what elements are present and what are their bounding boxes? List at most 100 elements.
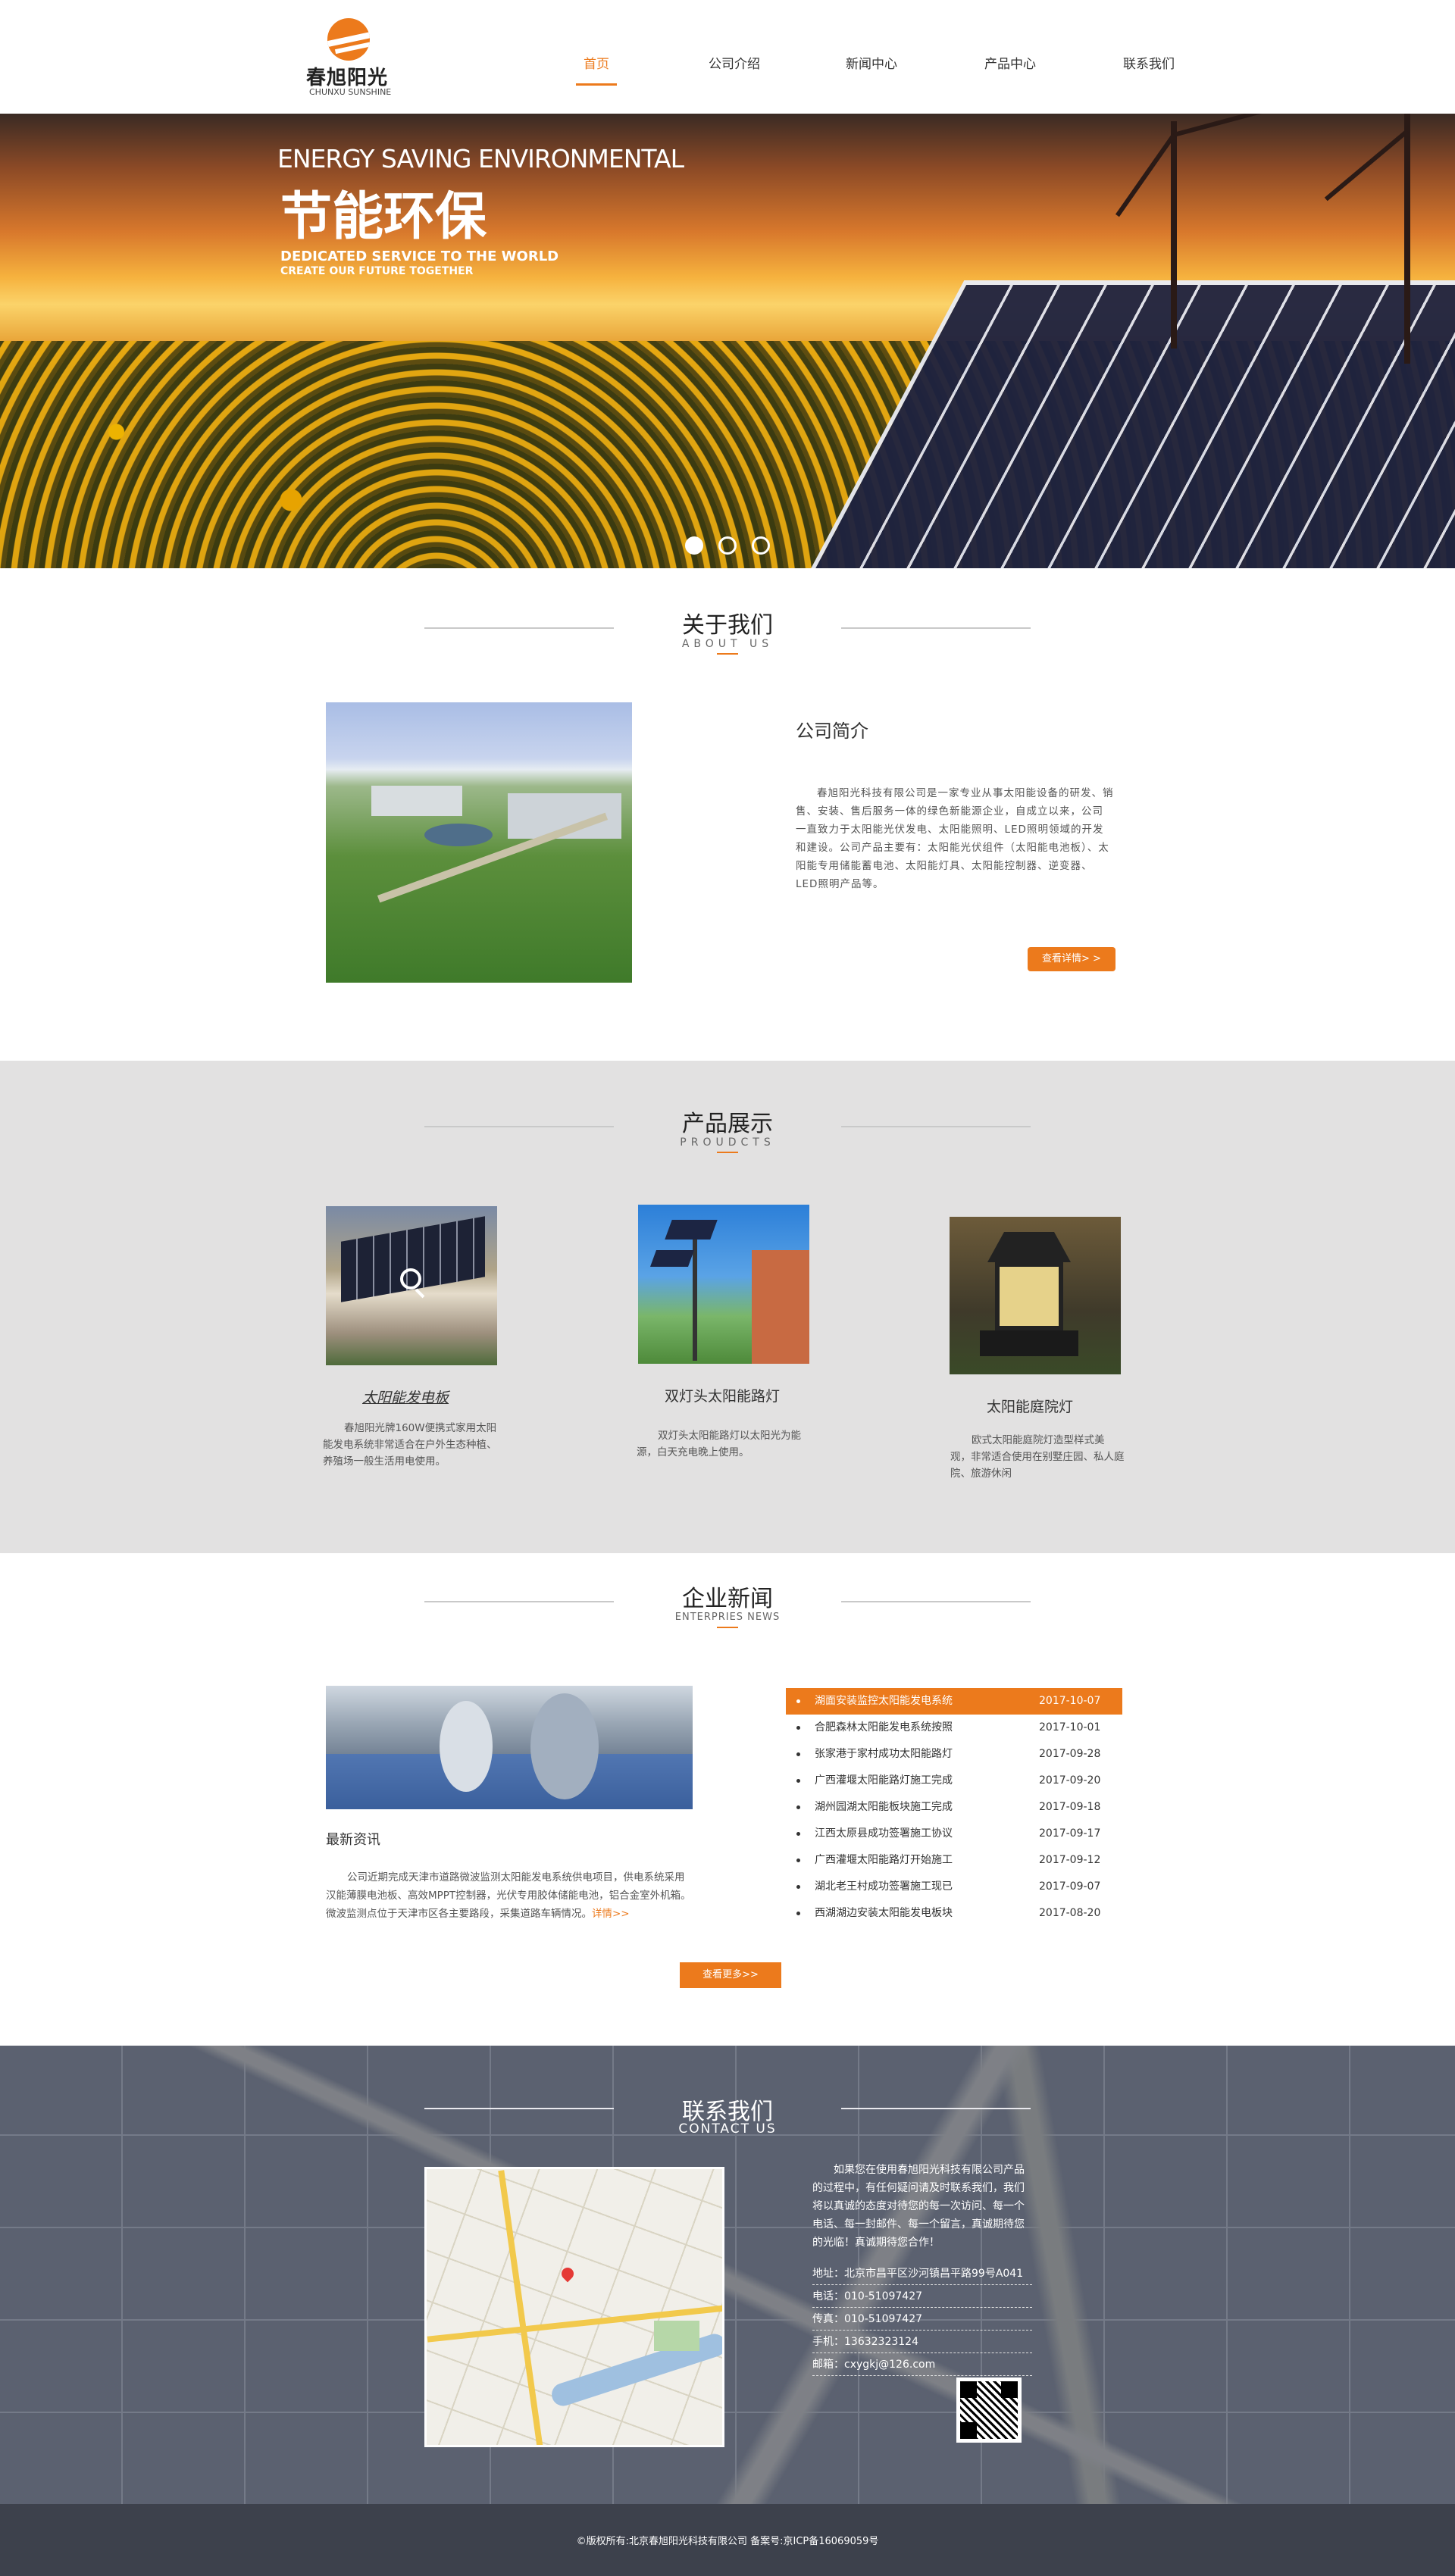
contact-section: 联系我们 CONTACT US 如果您在使用春旭阳光科技有限公司产品的过程中，有…: [0, 2046, 1455, 2504]
news-item-date: 2017-09-18: [1039, 1801, 1101, 1813]
map-park: [654, 2321, 699, 2351]
news-item-title[interactable]: 湖州园湖太阳能板块施工完成: [815, 1794, 953, 1821]
about-heading: 公司简介: [796, 721, 868, 742]
news-list-item[interactable]: 张家港于家村成功太阳能路灯 2017-09-28: [786, 1741, 1122, 1768]
contact-phone: 电话：010-51097427: [812, 2285, 1032, 2308]
product-desc-2: 双灯头太阳能路灯以太阳光为能源，白天充电晚上使用。: [637, 1430, 801, 1458]
news-item-title[interactable]: 湖面安装监控太阳能发电系统: [815, 1688, 953, 1715]
magnifier-handle: [415, 1288, 425, 1299]
section-subheading: PROUDCTS: [680, 1136, 775, 1149]
product-title-2[interactable]: 双灯头太阳能路灯: [665, 1385, 780, 1405]
wind-turbine-image: [1404, 114, 1410, 364]
product-title-3[interactable]: 太阳能庭院灯: [987, 1396, 1073, 1416]
qr-code: [956, 2377, 1022, 2443]
turbine-blade: [1115, 133, 1176, 217]
hero-banner[interactable]: ENERGY SAVING ENVIRONMENTAL 节能环保 DEDICAT…: [0, 114, 1455, 568]
magnifier-icon[interactable]: [400, 1268, 421, 1290]
products-section: 产品展示 PROUDCTS 太阳能发电板 春旭阳光牌160W便携式家用太阳能发电…: [0, 1061, 1455, 1553]
news-item-date: 2017-09-12: [1039, 1854, 1101, 1866]
turbine-blade: [1173, 114, 1292, 137]
news-list-item[interactable]: 江西太原县成功签署施工协议 2017-09-17: [786, 1821, 1122, 1847]
news-list-item[interactable]: 湖州园湖太阳能板块施工完成 2017-09-18: [786, 1794, 1122, 1821]
product-desc-3: 欧式太阳能庭院灯造型样式美观，非常适合使用在别墅庄园、私人庭院、旅游休闲: [950, 1434, 1125, 1480]
news-list-item[interactable]: 湖面安装监控太阳能发电系统 2017-10-07: [786, 1688, 1122, 1715]
section-heading: 关于我们: [682, 612, 773, 639]
banner-tagline: DEDICATED SERVICE TO THE WORLD: [280, 249, 559, 264]
news-item-date: 2017-09-17: [1039, 1827, 1101, 1840]
page: 春旭阳光 CHUNXU SUNSHINE 首页 公司介绍 新闻中心 产品中心 联…: [0, 0, 1455, 2576]
news-list-item[interactable]: 广西灌堰太阳能路灯施工完成 2017-09-20: [786, 1768, 1122, 1794]
news-item-date: 2017-09-28: [1039, 1748, 1101, 1760]
wind-turbine-image: [1171, 121, 1177, 349]
news-feature-more-link[interactable]: 详情>>: [592, 1908, 630, 1920]
title-accent: [717, 1627, 738, 1628]
contact-intro: 如果您在使用春旭阳光科技有限公司产品的过程中，有任何疑问请及时联系我们，我们将以…: [812, 2164, 1025, 2249]
brick-building-shape: [752, 1250, 809, 1364]
news-list-item[interactable]: 广西灌堰太阳能路灯开始施工 2017-09-12: [786, 1847, 1122, 1874]
roof-panels-image: [341, 1216, 485, 1302]
contact-email[interactable]: 邮箱：cxygkj@126.com: [812, 2353, 1032, 2376]
nav-contact[interactable]: 联系我们: [1123, 53, 1175, 72]
news-item-date: 2017-09-07: [1039, 1880, 1101, 1893]
title-accent: [717, 653, 738, 655]
news-item-title[interactable]: 广西灌堰太阳能路灯施工完成: [815, 1768, 953, 1794]
bullet-icon: [796, 1752, 800, 1756]
bullet-icon: [796, 1699, 800, 1703]
roller-shape: [530, 1693, 599, 1799]
nav-company[interactable]: 公司介绍: [709, 53, 760, 72]
bullet-icon: [796, 1885, 800, 1889]
logo-text: 春旭阳光: [306, 67, 389, 89]
section-subheading: ABOUT US: [681, 638, 774, 650]
news-feature-title[interactable]: 最新资讯: [326, 1829, 380, 1849]
carousel-dot-1[interactable]: [685, 536, 703, 555]
products-section-title: 产品展示 PROUDCTS: [0, 1105, 1455, 1158]
carousel-dot-3[interactable]: [752, 536, 770, 555]
news-list-item[interactable]: 湖北老王村成功签署施工现已 2017-09-07: [786, 1874, 1122, 1900]
logo-subtext: CHUNXU SUNSHINE: [309, 87, 392, 97]
campus-aerial-image: [326, 702, 632, 983]
lamp-body-shape: [995, 1262, 1063, 1330]
news-item-title[interactable]: 湖北老王村成功签署施工现已: [815, 1874, 953, 1900]
product-card-3[interactable]: [950, 1217, 1121, 1374]
about-more-button[interactable]: 查看详情> >: [1028, 947, 1116, 971]
panel-shape: [665, 1220, 718, 1240]
nav-home[interactable]: 首页: [576, 53, 617, 86]
building-shape: [371, 786, 462, 816]
copyright-text: ©版权所有:北京春旭阳光科技有限公司 备案号:京ICP备16069059号: [576, 2536, 879, 2547]
site-header: 春旭阳光 CHUNXU SUNSHINE 首页 公司介绍 新闻中心 产品中心 联…: [0, 0, 1455, 114]
nav-news[interactable]: 新闻中心: [846, 53, 897, 72]
site-footer: ©版权所有:北京春旭阳光科技有限公司 备案号:京ICP备16069059号: [0, 2504, 1455, 2576]
about-description: 春旭阳光科技有限公司是一家专业从事太阳能设备的研发、销售、安装、售后服务一体的绿…: [796, 787, 1114, 890]
location-map[interactable]: [424, 2167, 724, 2447]
pond-shape: [424, 824, 493, 846]
bullet-icon: [796, 1779, 800, 1783]
product-card-1[interactable]: [326, 1206, 497, 1365]
road-shape: [377, 812, 609, 903]
news-item-title[interactable]: 张家港于家村成功太阳能路灯: [815, 1741, 953, 1768]
news-item-date: 2017-10-07: [1039, 1695, 1101, 1707]
news-list: 湖面安装监控太阳能发电系统 2017-10-07 合肥森林太阳能发电系统按照 201…: [786, 1688, 1122, 1927]
turbine-blade: [1324, 129, 1409, 202]
nav-products[interactable]: 产品中心: [984, 53, 1036, 72]
banner-headline-en: ENERGY SAVING ENVIRONMENTAL: [277, 144, 684, 174]
banner-subtagline: CREATE OUR FUTURE TOGETHER: [280, 265, 474, 277]
lamp-base-shape: [980, 1330, 1078, 1356]
section-subheading: CONTACT US: [678, 2121, 777, 2137]
logo[interactable]: 春旭阳光 CHUNXU SUNSHINE: [303, 17, 402, 100]
news-item-title[interactable]: 西湖湖边安装太阳能发电板块: [815, 1900, 953, 1927]
news-list-item[interactable]: 西湖湖边安装太阳能发电板块 2017-08-20: [786, 1900, 1122, 1927]
news-item-title[interactable]: 合肥森林太阳能发电系统按照: [815, 1715, 953, 1741]
section-heading: 企业新闻: [682, 1586, 773, 1612]
news-more-button[interactable]: 查看更多>>: [680, 1962, 781, 1988]
news-item-title[interactable]: 广西灌堰太阳能路灯开始施工: [815, 1847, 953, 1874]
news-item-date: 2017-09-20: [1039, 1774, 1101, 1787]
qr-code-pattern: [960, 2381, 1018, 2439]
news-section-title: 企业新闻 ENTERPRIES NEWS: [0, 1580, 1455, 1633]
news-item-date: 2017-08-20: [1039, 1907, 1101, 1919]
news-list-item[interactable]: 合肥森林太阳能发电系统按照 2017-10-01: [786, 1715, 1122, 1741]
news-item-title[interactable]: 江西太原县成功签署施工协议: [815, 1821, 953, 1847]
about-section-title: 关于我们 ABOUT US: [0, 606, 1455, 659]
product-title-1[interactable]: 太阳能发电板: [362, 1386, 449, 1407]
carousel-dot-2[interactable]: [718, 536, 737, 555]
product-card-2[interactable]: [638, 1205, 809, 1364]
